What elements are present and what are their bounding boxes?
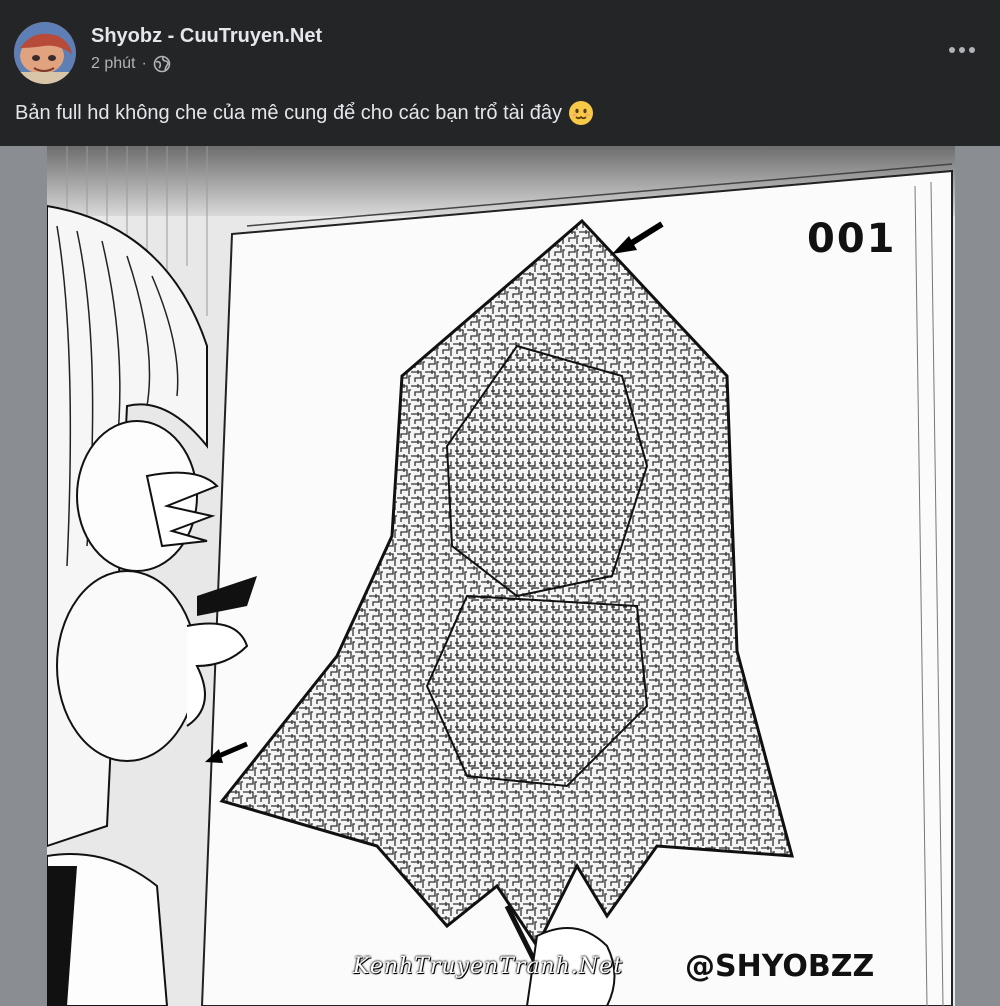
smiling-face-emoji-icon xyxy=(568,100,594,126)
post-photo[interactable]: 001 @SHYOBZZ KenhTruyenTranh.Net xyxy=(0,146,1000,1006)
more-options-icon[interactable] xyxy=(944,38,980,62)
post-header: Shyobz - CuuTruyen.Net 2 phút · xyxy=(0,0,1000,92)
avatar[interactable] xyxy=(14,22,76,84)
manga-illustration xyxy=(47,146,955,1006)
watermark: KenhTruyenTranh.Net xyxy=(353,954,623,979)
page-number: 001 xyxy=(807,216,897,262)
manga-page-image: 001 @SHYOBZZ KenhTruyenTranh.Net xyxy=(47,146,955,1006)
facebook-post: Shyobz - CuuTruyen.Net 2 phút · Bản full… xyxy=(0,0,1000,1006)
more-dot xyxy=(949,47,955,53)
author-name[interactable]: Shyobz - CuuTruyen.Net xyxy=(91,25,322,48)
artist-handle: @SHYOBZZ xyxy=(685,949,875,984)
more-dot xyxy=(969,47,975,53)
globe-icon[interactable] xyxy=(153,55,171,73)
post-meta: 2 phút · xyxy=(91,55,171,73)
caption-text: Bản full hd không che của mê cung để cho… xyxy=(15,101,563,124)
post-time[interactable]: 2 phút xyxy=(91,55,135,73)
meta-separator: · xyxy=(141,55,147,72)
post-caption: Bản full hd không che của mê cung để cho… xyxy=(15,100,594,126)
more-dot xyxy=(959,47,965,53)
